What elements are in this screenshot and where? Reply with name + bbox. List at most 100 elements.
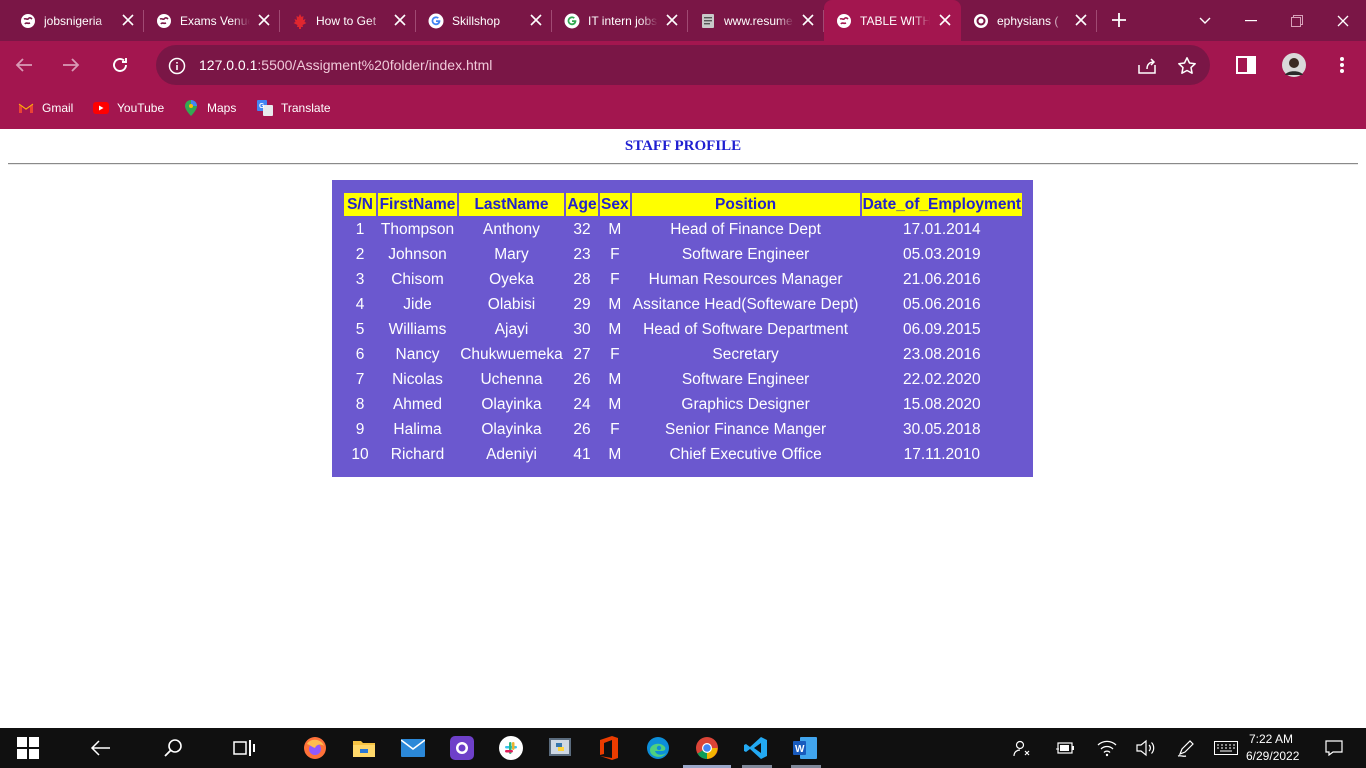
volume-icon[interactable]	[1136, 738, 1156, 758]
close-window-icon[interactable]	[1320, 0, 1366, 41]
forward-arrow-icon[interactable]	[59, 53, 83, 77]
reload-icon[interactable]	[108, 53, 132, 77]
cell-age: 23	[573, 245, 591, 263]
windows-start-icon[interactable]	[16, 736, 40, 760]
firefox-icon[interactable]	[303, 736, 327, 760]
close-icon[interactable]	[392, 12, 408, 28]
cell-position: Human Resources Manager	[648, 270, 843, 288]
search-icon[interactable]	[161, 736, 185, 760]
new-tab-plus-icon[interactable]	[1108, 9, 1130, 31]
cell-date-of-employment: 17.11.2010	[903, 445, 981, 463]
bookmark-translate[interactable]: G Translate	[257, 100, 331, 116]
close-icon[interactable]	[528, 12, 544, 28]
more-menu-icon[interactable]	[1330, 53, 1354, 77]
url-text[interactable]: 127.0.0.1:5500/Assigment%20folder/index.…	[199, 57, 492, 73]
cell-position: Assitance Head(Softeware Dept)	[632, 295, 859, 313]
minimize-icon[interactable]	[1228, 0, 1274, 41]
wifi-icon[interactable]	[1097, 738, 1117, 758]
vscode-icon[interactable]	[744, 736, 768, 760]
site-info-icon[interactable]	[168, 57, 186, 75]
globe-icon	[836, 13, 852, 29]
file-explorer-icon[interactable]	[352, 736, 376, 760]
table-row: 8 Ahmed Olayinka 24 M Graphics Designer 15.08.…	[344, 393, 1022, 416]
cell-firstname: Nancy	[395, 345, 440, 363]
cell-age: 26	[573, 420, 591, 438]
clock-time: 7:22 AM	[1248, 732, 1294, 746]
pen-icon[interactable]	[1176, 738, 1196, 758]
close-icon[interactable]	[1073, 12, 1089, 28]
cell-sex: M	[608, 220, 622, 238]
address-bar[interactable]: 127.0.0.1:5500/Assigment%20folder/index.…	[156, 45, 1210, 85]
slack-icon[interactable]	[499, 736, 523, 760]
star-bookmark-icon[interactable]	[1176, 55, 1198, 77]
close-icon[interactable]	[800, 12, 816, 28]
tab-skillshop[interactable]: Skillshop	[416, 0, 552, 41]
url-host: 127.0.0.1	[199, 57, 258, 73]
chrome-icon[interactable]	[695, 736, 719, 760]
web-page: STAFF PROFILE S/N FirstName LastName Age…	[0, 129, 1366, 728]
cell-date-of-employment: 30.05.2018	[903, 420, 981, 438]
cell-lastname: Olayinka	[481, 395, 542, 413]
tab-how-to-get[interactable]: How to Get	[280, 0, 416, 41]
google-icon	[428, 13, 444, 29]
keyboard-icon[interactable]	[1213, 738, 1239, 758]
cell-sex: F	[610, 420, 620, 438]
office-icon[interactable]	[597, 736, 621, 760]
tab-ephysians[interactable]: ephysians (	[961, 0, 1097, 41]
back-arrow-icon[interactable]	[88, 736, 112, 760]
url-path: :5500/Assigment%20folder/index.html	[257, 57, 493, 73]
tab-title: ephysians (	[997, 13, 1059, 28]
cell-sex: F	[610, 270, 620, 288]
cell-lastname: Adeniyi	[486, 445, 537, 463]
edge-icon[interactable]	[646, 736, 670, 760]
table-row: 10 Richard Adeniyi 41 M Chief Executive Offic…	[344, 443, 1022, 466]
share-icon[interactable]	[1136, 55, 1158, 77]
tab-search-chevron-down-icon[interactable]	[1182, 0, 1228, 41]
bookmark-maps[interactable]: Maps	[183, 100, 236, 116]
restore-icon[interactable]	[1274, 0, 1320, 41]
cell-position: Software Engineer	[681, 245, 810, 263]
cell-age: 26	[573, 370, 591, 388]
close-icon[interactable]	[937, 12, 953, 28]
battery-icon[interactable]	[1056, 738, 1076, 758]
cell-sex: M	[608, 370, 622, 388]
cell-sn: 3	[355, 270, 365, 288]
system-clock[interactable]: 7:22 AM 6/29/2022	[1246, 731, 1300, 765]
close-icon[interactable]	[256, 12, 272, 28]
cell-sex: M	[608, 295, 622, 313]
cell-lastname: Oyeka	[489, 270, 534, 288]
github-desktop-icon[interactable]	[450, 736, 474, 760]
cell-firstname: Jide	[403, 295, 432, 313]
cell-sn: 5	[355, 320, 365, 338]
task-view-icon[interactable]	[232, 736, 256, 760]
side-panel-icon[interactable]	[1234, 53, 1258, 77]
clock-date: 6/29/2022	[1246, 749, 1300, 763]
cell-age: 27	[573, 345, 591, 363]
python-idle-icon[interactable]	[548, 736, 572, 760]
tab-resume[interactable]: www.resume	[688, 0, 824, 41]
people-icon[interactable]	[1012, 738, 1032, 758]
svg-text:G: G	[259, 103, 265, 110]
tab-jobsnigeria[interactable]: jobsnigeria	[0, 0, 144, 41]
word-icon[interactable]: W	[793, 736, 817, 760]
document-icon	[700, 13, 716, 29]
close-icon[interactable]	[664, 12, 680, 28]
bookmark-label: Translate	[281, 101, 331, 115]
bookmark-gmail[interactable]: Gmail	[18, 100, 73, 116]
mail-icon[interactable]	[401, 736, 425, 760]
cell-sn: 1	[355, 220, 365, 238]
notifications-icon[interactable]	[1324, 738, 1344, 758]
cell-firstname: Williams	[388, 320, 447, 338]
bookmark-youtube[interactable]: YouTube	[93, 100, 164, 116]
profile-avatar[interactable]	[1282, 53, 1306, 77]
cell-lastname: Ajayi	[494, 320, 529, 338]
tab-table-with-active[interactable]: TABLE WITH	[824, 0, 961, 41]
table-row: 4 Jide Olabisi 29 M Assitance Head(Softeware …	[344, 293, 1022, 316]
back-arrow-icon[interactable]	[12, 53, 36, 77]
tab-it-intern-jobs[interactable]: IT intern jobs	[552, 0, 688, 41]
tab-exams-venue[interactable]: Exams Venue	[144, 0, 280, 41]
cell-firstname: Johnson	[388, 245, 447, 263]
header-sn: S/N	[344, 193, 376, 216]
close-icon[interactable]	[120, 12, 136, 28]
github-icon	[973, 13, 989, 29]
